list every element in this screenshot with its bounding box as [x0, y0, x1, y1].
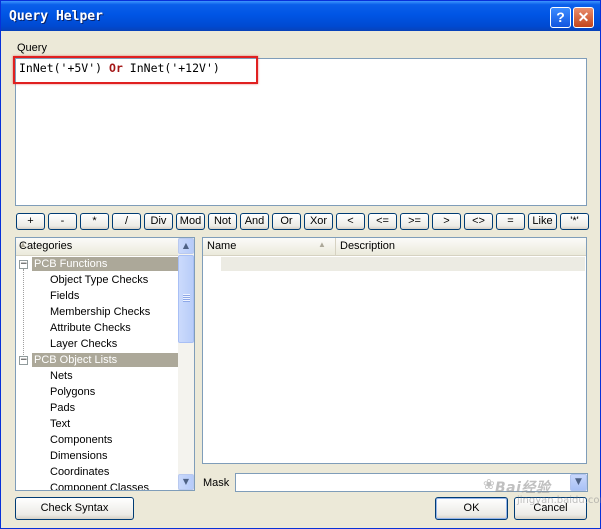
tree-item[interactable]: Components — [16, 432, 178, 448]
scrollbar-thumb[interactable] — [178, 255, 194, 343]
operator-greater-than-button[interactable]: > — [432, 213, 461, 230]
tree-item-label: Component Classes — [50, 482, 150, 491]
column-header-name[interactable]: Name ▲ — [203, 238, 336, 255]
paw-logo-icon: ❀ — [483, 477, 495, 493]
window-title: Query Helper — [9, 9, 103, 24]
column-header-description[interactable]: Description — [336, 238, 586, 255]
tree-item-label: Text — [50, 418, 71, 430]
operator-not-button[interactable]: Not — [208, 213, 237, 230]
operator-wildcard-button[interactable]: '*' — [560, 213, 589, 230]
sort-ascending-icon: ▲ — [19, 240, 27, 249]
tree-group-label: PCB Object Lists — [32, 353, 178, 367]
operator-like-button[interactable]: Like — [528, 213, 557, 230]
title-bar[interactable]: Query Helper ? ✕ — [1, 1, 600, 31]
grip-icon — [183, 294, 190, 302]
operator-plus-button[interactable]: + — [16, 213, 45, 230]
tree-item[interactable]: Fields — [16, 288, 178, 304]
operator-not-equal-button[interactable]: <> — [464, 213, 493, 230]
collapse-icon[interactable]: − — [19, 356, 28, 365]
tree-item-label: Nets — [50, 370, 73, 382]
query-label: Query — [17, 42, 47, 54]
tree-item[interactable]: Layer Checks — [16, 336, 178, 352]
operator-minus-button[interactable]: - — [48, 213, 77, 230]
list-row[interactable] — [221, 257, 585, 271]
watermark-brand: Bai经验 — [495, 480, 551, 496]
help-icon[interactable]: ? — [550, 7, 571, 28]
scroll-up-icon[interactable]: ▲ — [178, 238, 194, 254]
operator-equal-button[interactable]: = — [496, 213, 525, 230]
operator-mod-button[interactable]: Mod — [176, 213, 205, 230]
check-syntax-button[interactable]: Check Syntax — [15, 497, 134, 520]
tree-item-label: Layer Checks — [50, 338, 118, 350]
scroll-down-icon[interactable]: ▼ — [178, 474, 194, 490]
operator-multiply-button[interactable]: * — [80, 213, 109, 230]
tree-group-label: PCB Functions — [32, 257, 178, 271]
sort-ascending-icon: ▲ — [318, 240, 326, 249]
categories-tree: − PCB Functions Object Type Checks Field… — [16, 256, 178, 491]
operator-less-than-button[interactable]: < — [336, 213, 365, 230]
tree-item-label: Attribute Checks — [50, 322, 131, 334]
tree-item-label: Membership Checks — [50, 306, 151, 318]
tree-item[interactable]: Polygons — [16, 384, 178, 400]
categories-column-header[interactable]: Categories ▲ — [16, 238, 178, 256]
tree-item[interactable]: Pads — [16, 400, 178, 416]
tree-item-label: Polygons — [50, 386, 96, 398]
categories-scrollbar[interactable]: ▲ ▼ — [178, 238, 194, 490]
query-helper-window: Query Helper ? ✕ Query InNet('+5V') Or I… — [0, 0, 601, 529]
tree-item-label: Dimensions — [50, 450, 108, 462]
tree-item[interactable]: Text — [16, 416, 178, 432]
tree-item[interactable]: Nets — [16, 368, 178, 384]
operator-or-button[interactable]: Or — [272, 213, 301, 230]
tree-group-pcb-functions[interactable]: − PCB Functions — [16, 256, 178, 272]
tree-item-label: Fields — [50, 290, 80, 302]
mask-label: Mask — [203, 477, 230, 489]
annotation-highlight — [13, 56, 258, 84]
tree-item-label: Pads — [50, 402, 76, 414]
operator-xor-button[interactable]: Xor — [304, 213, 333, 230]
categories-header-label: Categories — [19, 240, 73, 252]
tree-item-label: Components — [50, 434, 113, 446]
watermark-url: jingyan.baidu.com — [517, 495, 601, 506]
tree-item[interactable]: Dimensions — [16, 448, 178, 464]
tree-group-pcb-object-lists[interactable]: − PCB Object Lists — [16, 352, 178, 368]
tree-item[interactable]: Object Type Checks — [16, 272, 178, 288]
watermark: ❀ Bai经验 jingyan.baidu.com — [483, 473, 601, 517]
close-icon[interactable]: ✕ — [573, 7, 594, 28]
column-header-label: Name — [207, 240, 237, 252]
list-header: Name ▲ Description — [203, 238, 586, 256]
tree-item-label: Object Type Checks — [50, 274, 149, 286]
tree-item[interactable]: Coordinates — [16, 464, 178, 480]
tree-item[interactable]: Attribute Checks — [16, 320, 178, 336]
operator-less-equal-button[interactable]: <= — [368, 213, 397, 230]
categories-panel: Categories ▲ − PCB Functions Object Type… — [15, 237, 195, 491]
column-header-label: Description — [340, 240, 396, 252]
operator-divide-button[interactable]: / — [112, 213, 141, 230]
collapse-icon[interactable]: − — [19, 260, 28, 269]
operator-greater-equal-button[interactable]: >= — [400, 213, 429, 230]
items-list-panel: Name ▲ Description — [202, 237, 587, 464]
tree-item-label: Coordinates — [50, 466, 110, 478]
tree-item[interactable]: Component Classes — [16, 480, 178, 491]
tree-item[interactable]: Membership Checks — [16, 304, 178, 320]
operator-and-button[interactable]: And — [240, 213, 269, 230]
operator-div-button[interactable]: Div — [144, 213, 173, 230]
